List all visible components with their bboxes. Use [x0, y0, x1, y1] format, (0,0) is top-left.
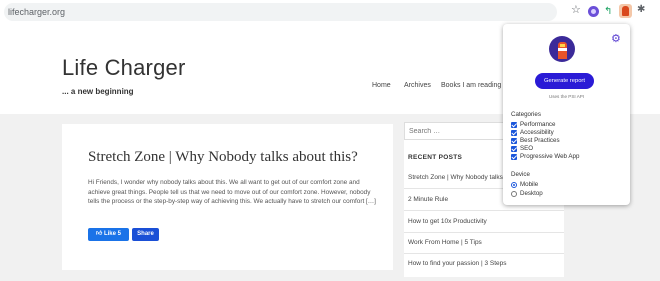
- generate-report-button[interactable]: Generate report: [535, 73, 594, 89]
- recent-post-link[interactable]: How to get 10x Productivity: [408, 218, 564, 225]
- extension-green-icon[interactable]: ↰: [604, 6, 612, 17]
- category-label: Best Practices: [520, 137, 560, 144]
- divider: [404, 253, 564, 254]
- post-excerpt: Hi Friends, I wonder why nobody talks ab…: [88, 179, 376, 206]
- star-icon[interactable]: ☆: [571, 5, 581, 16]
- address-bar-url[interactable]: lifecharger.org: [8, 7, 65, 17]
- like-button-label: Like 5: [103, 231, 121, 237]
- nav-books[interactable]: Books I am reading: [441, 82, 501, 94]
- radio-selected-icon[interactable]: [511, 182, 517, 188]
- checkbox-checked-icon[interactable]: [511, 146, 517, 152]
- nav-archives[interactable]: Archives: [404, 82, 431, 94]
- category-label: SEO: [520, 145, 534, 152]
- lighthouse-popup: ⚙ Generate report Uses the PSI API Categ…: [503, 24, 630, 205]
- recent-posts-heading: RECENT POSTS: [408, 154, 463, 161]
- like-button[interactable]: 👍︎ Like 5: [88, 228, 129, 241]
- browser-toolbar: lifecharger.org ☆ ↰ ✱: [0, 0, 660, 24]
- address-bar[interactable]: lifecharger.org: [4, 3, 557, 21]
- site-tagline: ... a new beginning: [62, 87, 134, 96]
- lighthouse-icon[interactable]: [619, 4, 632, 18]
- category-label: Accessibility: [520, 129, 554, 136]
- nav-home[interactable]: Home: [372, 82, 391, 94]
- device-label: Desktop: [520, 190, 543, 197]
- thumbs-up-icon: 👍︎: [96, 231, 103, 237]
- share-button[interactable]: Share: [132, 228, 159, 241]
- api-note: Uses the PSI API: [548, 94, 585, 99]
- radio-unselected-icon[interactable]: [511, 191, 517, 197]
- checkbox-checked-icon[interactable]: [511, 122, 517, 128]
- puzzle-icon[interactable]: ✱: [637, 5, 645, 16]
- checkbox-checked-icon[interactable]: [511, 138, 517, 144]
- category-label: Progressive Web App: [520, 153, 580, 160]
- checkbox-checked-icon[interactable]: [511, 154, 517, 160]
- gear-icon[interactable]: ⚙: [611, 34, 621, 45]
- categories-title: Categories: [511, 111, 541, 118]
- divider: [404, 232, 564, 233]
- category-label: Performance: [520, 121, 556, 128]
- checkbox-checked-icon[interactable]: [511, 130, 517, 136]
- recent-post-link[interactable]: How to find your passion | 3 Steps: [408, 260, 564, 267]
- device-label: Mobile: [520, 181, 539, 188]
- recent-post-link[interactable]: Work From Home | 5 Tips: [408, 239, 564, 246]
- extension-purple-icon[interactable]: [588, 6, 599, 17]
- post-card: Stretch Zone | Why Nobody talks about th…: [62, 124, 393, 270]
- device-title: Device: [511, 171, 530, 178]
- site-title[interactable]: Life Charger: [62, 55, 185, 81]
- lighthouse-logo-icon: [549, 36, 575, 62]
- post-title[interactable]: Stretch Zone | Why Nobody talks about th…: [88, 149, 358, 166]
- divider: [404, 210, 564, 211]
